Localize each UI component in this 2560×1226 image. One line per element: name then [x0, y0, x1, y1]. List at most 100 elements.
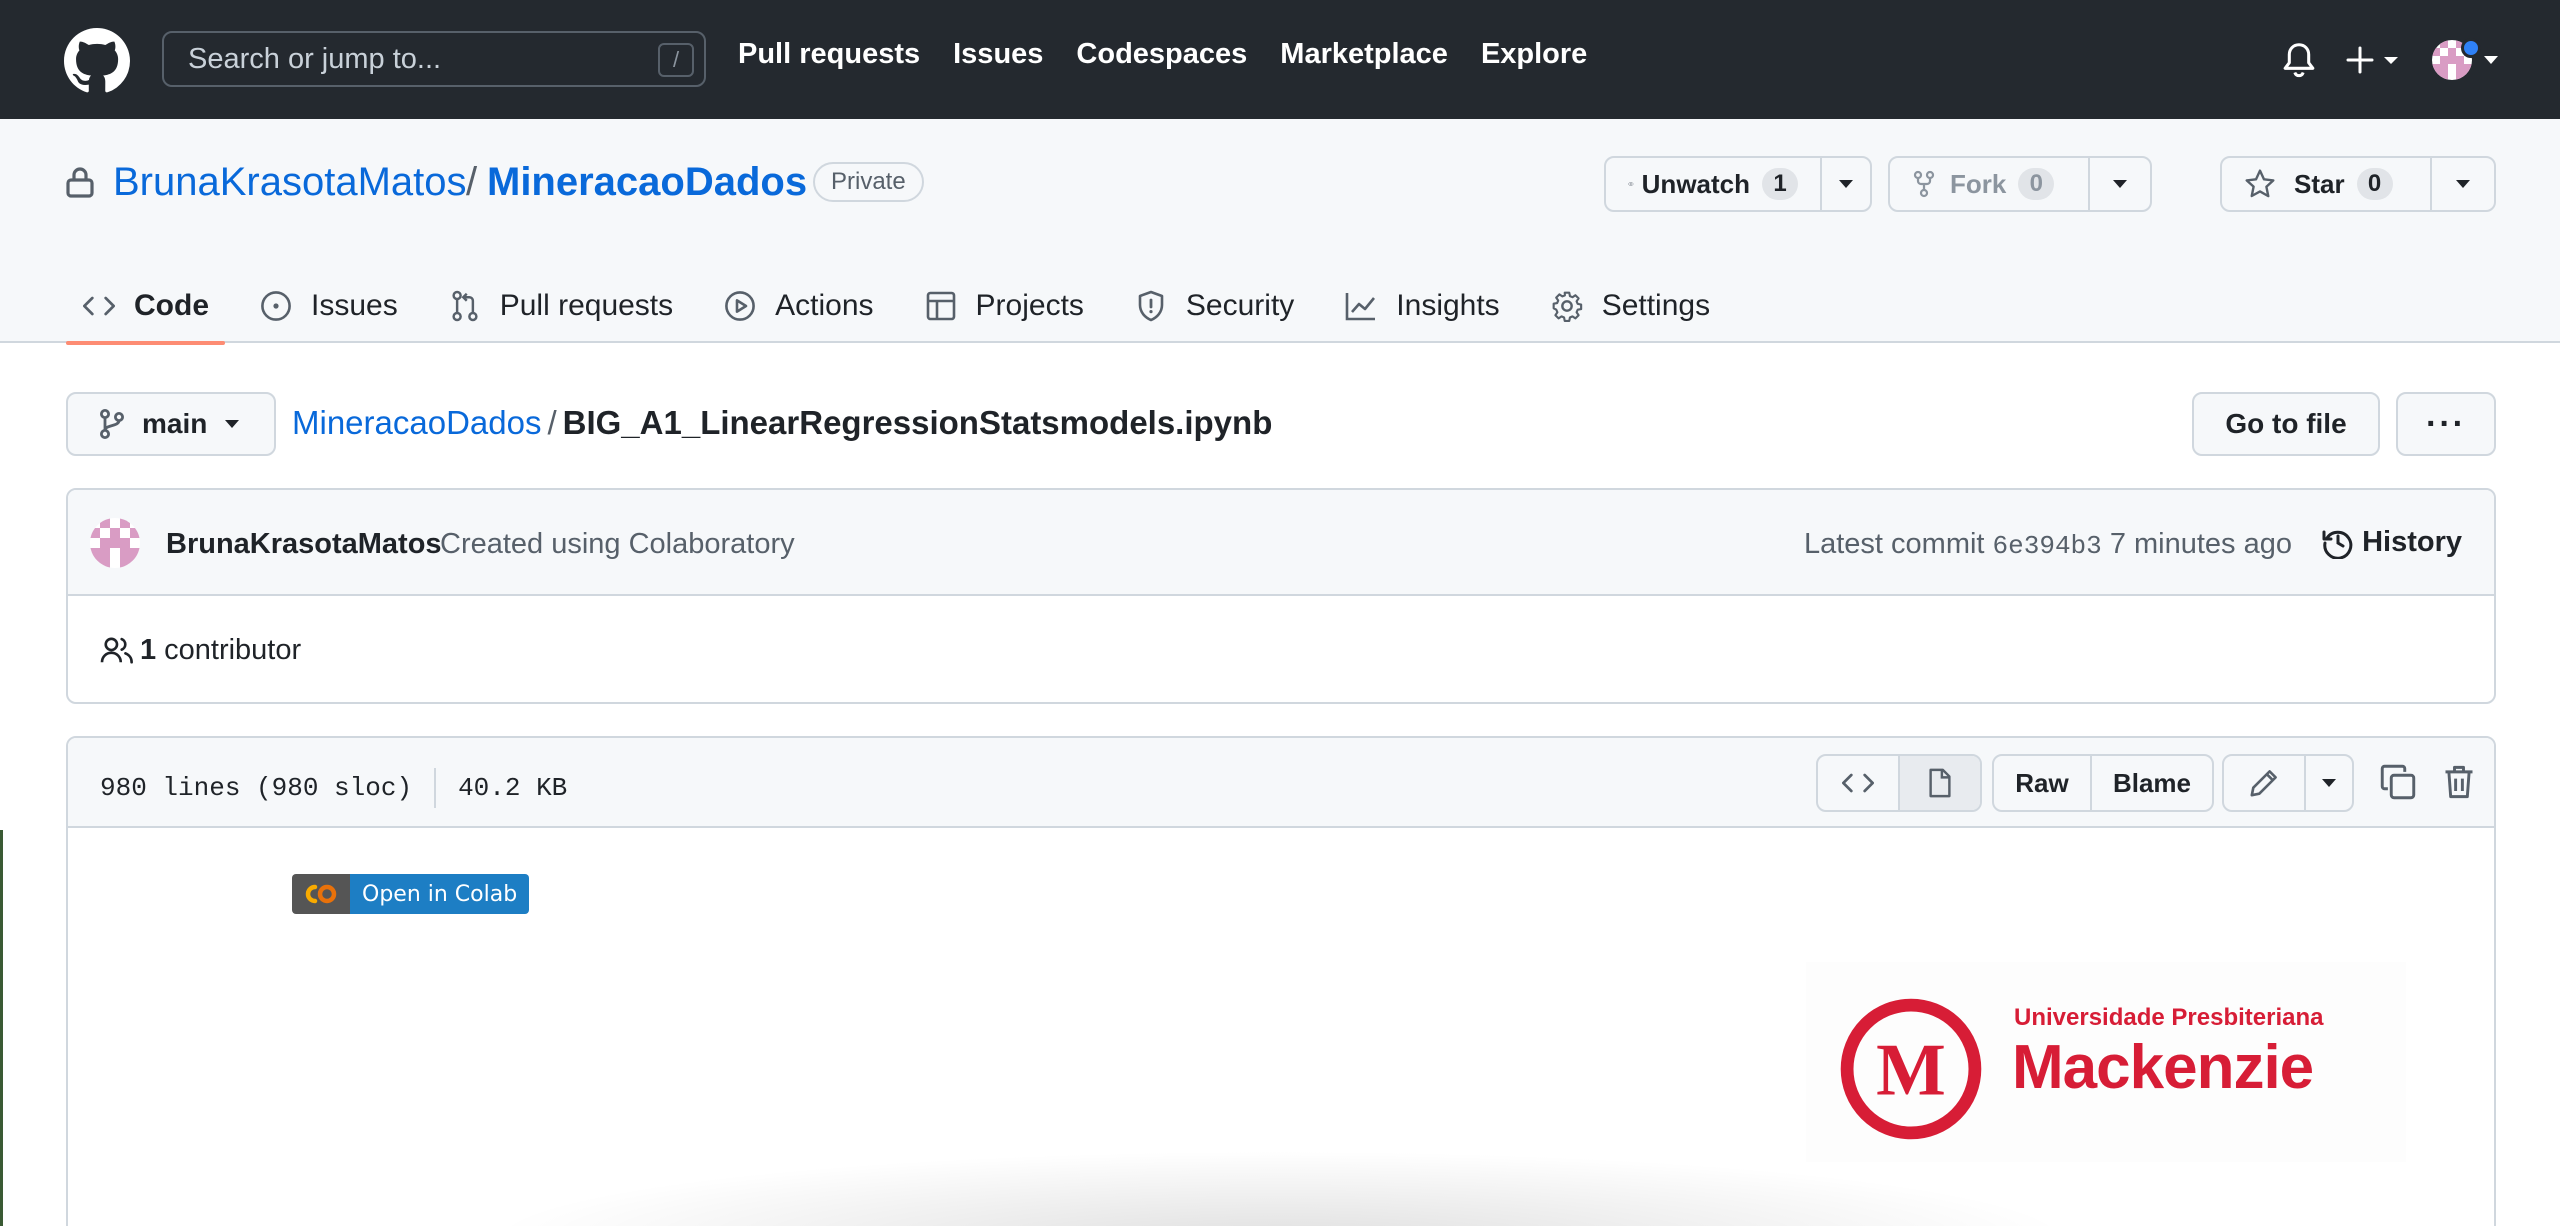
svg-text:M: M — [1876, 1029, 1946, 1111]
star-label: Star — [2294, 168, 2345, 199]
logo-mackenzie-line: Mackenzie — [2012, 1033, 2314, 1102]
file-breadcrumb: MineracaoDados / BIG_A1_LinearRegressionSt… — [292, 404, 1272, 442]
branch-icon — [100, 409, 124, 439]
commit-message-link[interactable]: Created using Colaboratory — [440, 528, 795, 561]
commit-author-link[interactable]: BrunaKrasotaMatos — [166, 528, 442, 561]
history-link[interactable]: History — [2322, 526, 2462, 559]
nav-issues[interactable]: Issues — [953, 38, 1043, 71]
star-count: 0 — [2356, 168, 2393, 200]
commit-sha-link[interactable]: 6e394b3 — [1993, 531, 2102, 561]
tab-label: Code — [134, 289, 209, 322]
source-view-button[interactable] — [1818, 756, 1898, 810]
unwatch-label: Unwatch — [1641, 168, 1750, 199]
tab-label: Actions — [775, 289, 874, 322]
file-line-count: 980 lines (980 sloc) — [100, 773, 413, 803]
commit-box: BrunaKrasotaMatos Created using Colabora… — [66, 488, 2496, 704]
nav-codespaces[interactable]: Codespaces — [1076, 38, 1247, 71]
open-in-colab-badge[interactable]: Open in Colab — [292, 874, 530, 914]
edit-dropdown-button[interactable] — [2304, 756, 2352, 810]
tab-pull-requests[interactable]: Pull requests — [432, 270, 689, 342]
copy-icon[interactable] — [2380, 764, 2416, 800]
unwatch-button[interactable]: Unwatch 1 — [1606, 158, 1820, 210]
tab-projects[interactable]: Projects — [908, 270, 1100, 342]
commit-time: 7 minutes ago — [2109, 528, 2292, 560]
watch-dropdown-button[interactable] — [1820, 158, 1870, 210]
chevron-down-icon — [2456, 180, 2470, 188]
chevron-down-icon — [225, 420, 240, 428]
history-label: History — [2362, 526, 2462, 558]
fork-button-group: Fork 0 — [1888, 156, 2152, 212]
graph-icon — [1344, 289, 1378, 323]
content-fade — [480, 1150, 2080, 1226]
fork-dropdown-button[interactable] — [2088, 158, 2150, 210]
nav-marketplace[interactable]: Marketplace — [1280, 38, 1448, 71]
tab-security[interactable]: Security — [1118, 270, 1310, 342]
tab-issues[interactable]: Issues — [243, 270, 414, 342]
star-button-group: Star 0 — [2220, 156, 2496, 212]
contributor-label[interactable]: contributor — [164, 634, 301, 667]
global-header: Search or jump to... / Pull requests Iss… — [0, 0, 2560, 119]
bell-icon[interactable] — [2282, 42, 2316, 78]
nav-explore[interactable]: Explore — [1481, 38, 1587, 71]
branch-selector[interactable]: main — [66, 392, 276, 456]
raw-button[interactable]: Raw — [1994, 756, 2090, 810]
branch-name: main — [142, 408, 208, 439]
breadcrumb-repo-link[interactable]: MineracaoDados — [292, 404, 541, 441]
history-icon — [2322, 530, 2353, 559]
file-header: 980 lines (980 sloc) 40.2 KB Raw Blame — [68, 738, 2494, 828]
code-icon — [1842, 773, 1874, 793]
star-dropdown-button[interactable] — [2430, 158, 2494, 210]
create-new-plus-icon[interactable] — [2346, 42, 2406, 78]
star-icon — [2245, 169, 2275, 198]
file-icon — [1929, 768, 1951, 798]
repo-owner-link[interactable]: BrunaKrasotaMatos — [113, 160, 467, 205]
view-toggle — [1816, 754, 1982, 812]
visibility-badge: Private — [813, 162, 924, 202]
more-options-button[interactable]: ··· — [2396, 392, 2496, 456]
tab-insights[interactable]: Insights — [1328, 270, 1515, 342]
window-left-edge — [0, 830, 3, 1226]
file-info: 980 lines (980 sloc) 40.2 KB — [100, 768, 567, 808]
breadcrumb-separator: / — [547, 404, 557, 441]
contributor-count: 1 — [140, 633, 157, 666]
file-size: 40.2 KB — [458, 773, 568, 803]
global-nav: Pull requests Issues Codespaces Marketpl… — [738, 38, 1620, 71]
tab-code[interactable]: Code — [66, 270, 225, 345]
trash-icon[interactable] — [2442, 764, 2476, 800]
tab-actions[interactable]: Actions — [707, 270, 889, 342]
colab-logo-icon — [292, 874, 350, 914]
logo-university-line: Universidade Presbiteriana — [2014, 1004, 2324, 1031]
fork-count: 0 — [2018, 168, 2055, 200]
tab-label: Issues — [311, 289, 398, 322]
breadcrumb-filename: BIG_A1_LinearRegressionStatsmodels.ipynb — [562, 404, 1273, 441]
shield-icon — [1134, 289, 1168, 323]
mackenzie-seal-icon: M — [1840, 998, 1982, 1140]
tab-label: Insights — [1396, 289, 1500, 322]
code-icon — [82, 289, 116, 323]
avatar-caret-icon[interactable] — [2484, 56, 2498, 64]
tab-settings[interactable]: Settings — [1534, 270, 1726, 342]
repo-path-separator: / — [466, 160, 478, 204]
latest-commit-row: BrunaKrasotaMatos Created using Colabora… — [68, 490, 2494, 596]
chevron-down-icon — [1839, 180, 1853, 188]
chevron-down-icon — [2322, 779, 2336, 787]
repo-name-link[interactable]: MineracaoDados — [487, 160, 807, 205]
fork-button[interactable]: Fork 0 — [1890, 158, 2088, 210]
github-logo-icon[interactable] — [64, 28, 130, 94]
commit-author-avatar[interactable] — [90, 518, 140, 568]
lock-icon — [66, 167, 94, 198]
blame-button[interactable]: Blame — [2090, 756, 2212, 810]
people-icon — [100, 637, 133, 664]
nav-pull-requests[interactable]: Pull requests — [738, 38, 920, 71]
rendered-view-button[interactable] — [1898, 756, 1980, 810]
star-button[interactable]: Star 0 — [2222, 158, 2430, 210]
tab-label: Settings — [1601, 289, 1711, 322]
tab-label: Security — [1185, 289, 1295, 322]
file-info-divider — [434, 768, 437, 808]
go-to-file-button[interactable]: Go to file — [2192, 392, 2380, 456]
edit-file-button[interactable] — [2224, 756, 2304, 810]
watch-button-group: Unwatch 1 — [1604, 156, 1872, 212]
eye-icon — [1628, 182, 1634, 186]
search-input[interactable]: Search or jump to... / — [162, 31, 706, 87]
colab-badge-label: Open in Colab — [350, 874, 530, 914]
